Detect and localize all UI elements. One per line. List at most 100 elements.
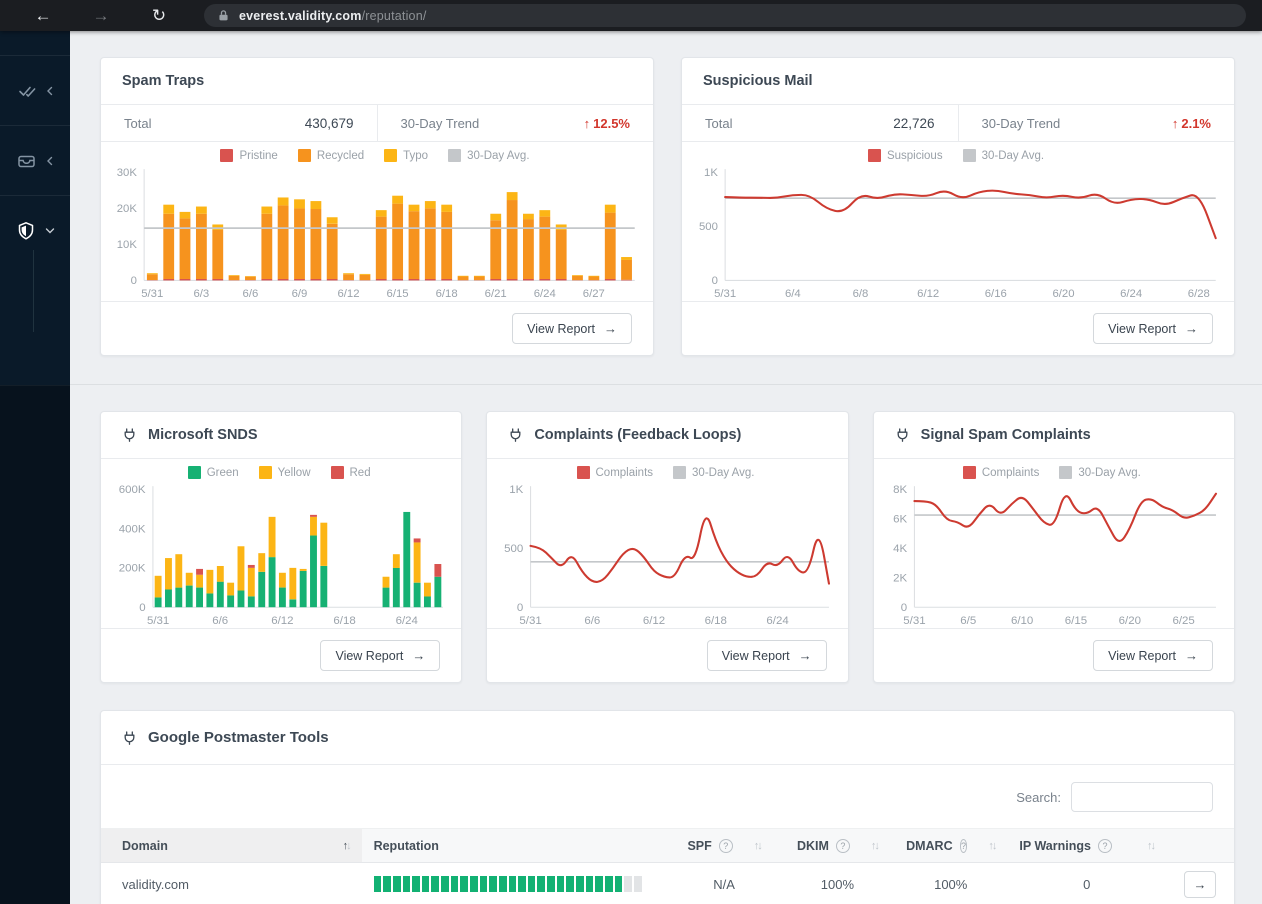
shield-icon bbox=[18, 221, 33, 240]
google-postmaster-card: Google Postmaster Tools Search: Domain ↑… bbox=[100, 710, 1235, 904]
lock-icon bbox=[219, 10, 228, 21]
trend-up-icon: ↑ bbox=[1171, 115, 1179, 131]
arrow-right-icon: → bbox=[1193, 876, 1207, 892]
refresh-button[interactable]: ↻ bbox=[144, 3, 174, 29]
sort-arrows-icon[interactable]: ↑↓ bbox=[871, 840, 880, 852]
complaints-card: Complaints (Feedback Loops) Complaints 30… bbox=[486, 411, 849, 684]
view-report-button[interactable]: View Report → bbox=[320, 640, 441, 672]
table-row[interactable]: validity.com N/A 100% 100% 0 → bbox=[101, 863, 1234, 904]
total-value: 430,679 bbox=[304, 115, 354, 131]
svg-text:6/20: 6/20 bbox=[1052, 288, 1074, 300]
svg-text:5/31: 5/31 bbox=[903, 615, 925, 627]
column-header-ip-warnings[interactable]: IP Warnings ? ↑↓ bbox=[1007, 829, 1166, 862]
forward-button[interactable]: → bbox=[86, 3, 116, 29]
card-title: Complaints (Feedback Loops) bbox=[534, 427, 742, 444]
reputation-bar bbox=[373, 876, 642, 893]
url-path: /reputation/ bbox=[361, 8, 427, 23]
arrow-right-icon: → bbox=[1185, 321, 1198, 337]
svg-text:0: 0 bbox=[712, 275, 718, 287]
svg-text:6/6: 6/6 bbox=[585, 615, 601, 627]
legend-item: 30-Day Avg. bbox=[1059, 466, 1141, 480]
card-title: Microsoft SNDS bbox=[148, 427, 258, 444]
arrow-right-icon: → bbox=[412, 648, 426, 664]
svg-text:400K: 400K bbox=[119, 523, 146, 535]
svg-text:6/21: 6/21 bbox=[485, 288, 507, 300]
chart-legend: Complaints 30-Day Avg. bbox=[493, 462, 837, 482]
svg-text:2K: 2K bbox=[893, 572, 907, 584]
sort-arrows-icon[interactable]: ↑↓ bbox=[754, 840, 763, 852]
arrow-right-icon: → bbox=[798, 648, 812, 664]
total-value: 22,726 bbox=[893, 115, 935, 131]
svg-text:6/3: 6/3 bbox=[193, 288, 209, 300]
spam-traps-chart: 0 10K 20K 30K 5/31 6/3 6/6 6/9 6/12 6/15 6/18 6/21 6… bbox=[117, 167, 635, 300]
svg-text:6/18: 6/18 bbox=[333, 615, 355, 627]
plug-connector-icon bbox=[510, 428, 521, 442]
refresh-icon: ↻ bbox=[151, 5, 167, 25]
legend-item: Pristine bbox=[220, 149, 278, 162]
svg-text:600K: 600K bbox=[119, 484, 146, 496]
legend-item: Green bbox=[187, 466, 239, 480]
svg-text:6/16: 6/16 bbox=[985, 288, 1007, 300]
sort-arrows-icon[interactable]: ↑↓ bbox=[343, 840, 352, 852]
view-report-button[interactable]: View Report → bbox=[1093, 313, 1213, 345]
svg-text:0: 0 bbox=[131, 275, 137, 287]
legend-item: Complaints bbox=[962, 466, 1039, 480]
chevron-left-icon bbox=[46, 86, 52, 95]
card-title: Suspicious Mail bbox=[703, 73, 813, 89]
help-circle-icon[interactable]: ? bbox=[959, 838, 968, 853]
legend-item: 30-Day Avg. bbox=[448, 149, 530, 162]
arrow-right-icon: → bbox=[1184, 648, 1198, 664]
search-label: Search: bbox=[1016, 789, 1061, 805]
trend-value: ↑ 12.5% bbox=[583, 115, 630, 131]
svg-text:6/28: 6/28 bbox=[1188, 288, 1210, 300]
svg-text:6/4: 6/4 bbox=[785, 288, 801, 300]
column-header-dkim[interactable]: DKIM ? ↑↓ bbox=[781, 829, 894, 862]
sidebar-item-reputation[interactable] bbox=[0, 195, 70, 265]
card-title: Spam Traps bbox=[122, 73, 205, 89]
svg-text:6/15: 6/15 bbox=[387, 288, 409, 300]
sidebar-item-validation[interactable] bbox=[0, 55, 70, 125]
svg-text:6/24: 6/24 bbox=[767, 615, 790, 627]
svg-text:6/9: 6/9 bbox=[292, 288, 308, 300]
url-bar[interactable]: everest.validity.com/reputation/ bbox=[204, 4, 1246, 27]
card-title: Signal Spam Complaints bbox=[920, 427, 1091, 444]
main-content: Spam Traps Total 430,679 30-Day Trend ↑ 1… bbox=[70, 31, 1262, 904]
svg-text:5/31: 5/31 bbox=[520, 615, 542, 627]
sidebar-item-inbox[interactable] bbox=[0, 125, 70, 195]
view-report-button[interactable]: View Report → bbox=[512, 313, 632, 345]
svg-text:6/18: 6/18 bbox=[436, 288, 458, 300]
search-input[interactable] bbox=[1071, 782, 1213, 813]
column-header-spf[interactable]: SPF ? ↑↓ bbox=[667, 829, 780, 862]
legend-item: Suspicious bbox=[867, 149, 943, 162]
table-header: Domain ↑↓ Reputation SPF ? ↑↓ DKIM ? ↑↓ … bbox=[101, 828, 1234, 864]
help-circle-icon[interactable]: ? bbox=[1097, 838, 1112, 853]
help-circle-icon[interactable]: ? bbox=[835, 838, 850, 853]
spf-cell: N/A bbox=[713, 876, 735, 892]
back-button[interactable]: ← bbox=[28, 3, 58, 29]
legend-item: Complaints bbox=[576, 466, 653, 480]
sort-arrows-icon[interactable]: ↑↓ bbox=[1147, 840, 1156, 852]
svg-text:0: 0 bbox=[139, 602, 145, 614]
card-title: Google Postmaster Tools bbox=[148, 729, 329, 747]
domain-cell: validity.com bbox=[122, 876, 189, 892]
help-circle-icon[interactable]: ? bbox=[718, 838, 733, 853]
column-header-domain[interactable]: Domain ↑↓ bbox=[101, 829, 362, 863]
arrow-right-icon: → bbox=[604, 321, 617, 337]
view-report-button[interactable]: View Report → bbox=[1093, 640, 1213, 672]
forward-arrow-icon: → bbox=[92, 5, 110, 25]
sidebar bbox=[0, 31, 70, 904]
svg-text:1K: 1K bbox=[704, 167, 718, 179]
svg-text:6/12: 6/12 bbox=[271, 615, 293, 627]
chevron-down-icon bbox=[45, 227, 54, 233]
column-header-dmarc[interactable]: DMARC ? ↑↓ bbox=[894, 829, 1007, 862]
ip-warnings-cell: 0 bbox=[1083, 876, 1091, 892]
chart-legend: Pristine Recycled Typo 30-Day Avg. bbox=[107, 145, 643, 165]
svg-text:6/24: 6/24 bbox=[1120, 288, 1142, 300]
trend-label: 30-Day Trend bbox=[400, 115, 480, 131]
chart-legend: Complaints 30-Day Avg. bbox=[880, 462, 1224, 482]
row-detail-button[interactable]: → bbox=[1183, 870, 1216, 898]
sort-arrows-icon[interactable]: ↑↓ bbox=[988, 840, 997, 852]
total-label: Total bbox=[124, 115, 152, 131]
spam-traps-card: Spam Traps Total 430,679 30-Day Trend ↑ 1… bbox=[100, 57, 654, 357]
view-report-button[interactable]: View Report → bbox=[706, 640, 827, 672]
